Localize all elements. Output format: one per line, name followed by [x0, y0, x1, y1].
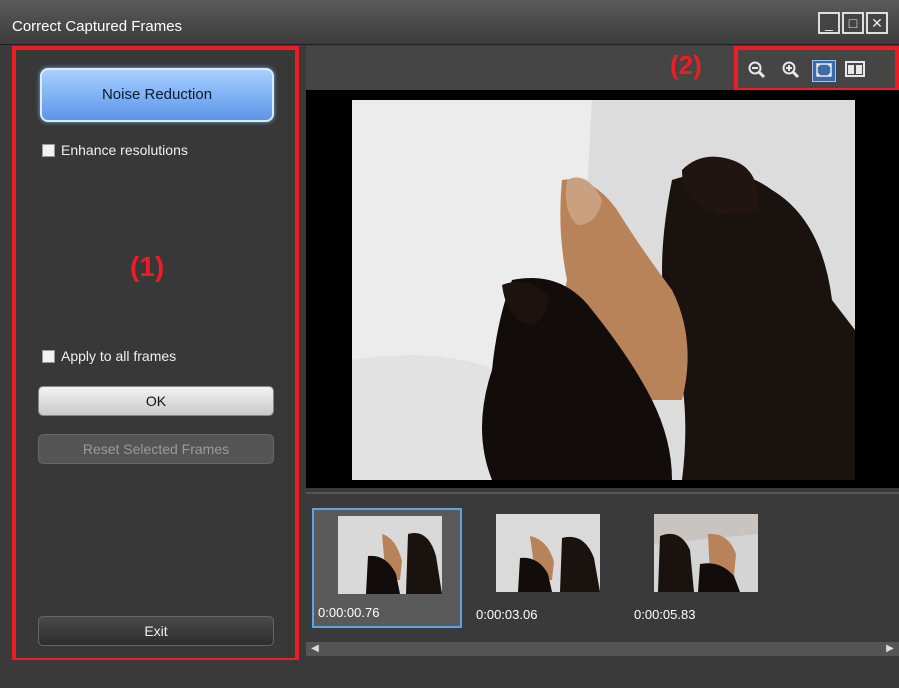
- frame-timestamp: 0:00:05.83: [634, 607, 696, 622]
- title-bar: Correct Captured Frames _ □ ✕: [0, 0, 899, 45]
- enhance-resolutions-checkbox[interactable]: [42, 143, 55, 157]
- view-toolbar: (2): [306, 46, 899, 90]
- annotation-marker-2: (2): [670, 50, 702, 80]
- zoom-in-icon[interactable]: [780, 60, 802, 80]
- frame-thumbnail[interactable]: 0:00:00.76: [312, 508, 462, 628]
- apply-all-frames-checkbox[interactable]: [42, 349, 55, 363]
- full-screen-icon[interactable]: [812, 60, 836, 82]
- ok-button[interactable]: OK: [38, 386, 274, 416]
- frame-thumbnail[interactable]: 0:00:03.06: [472, 508, 622, 628]
- filmstrip-scrollbar[interactable]: ◀ ▶: [306, 642, 899, 656]
- apply-all-frames-label: Apply to all frames: [61, 348, 177, 364]
- maximize-button[interactable]: □: [842, 12, 864, 34]
- scroll-right-icon[interactable]: ▶: [883, 642, 897, 656]
- frame-preview-image: [352, 100, 855, 480]
- frame-thumbnail-image: [654, 514, 758, 592]
- frame-thumbnail-image: [496, 514, 600, 592]
- frame-timestamp: 0:00:03.06: [476, 607, 538, 622]
- exit-button[interactable]: Exit: [38, 616, 274, 646]
- enhance-resolutions-label: Enhance resolutions: [61, 142, 188, 158]
- reset-selected-frames-button[interactable]: Reset Selected Frames: [38, 434, 274, 464]
- close-button[interactable]: ✕: [866, 12, 888, 34]
- status-bar: [0, 660, 899, 688]
- frame-preview-area: [306, 90, 899, 488]
- annotation-marker-1: (1): [130, 251, 165, 282]
- frame-timestamp: 0:00:00.76: [318, 605, 380, 620]
- compare-view-icon[interactable]: [844, 60, 866, 80]
- zoom-out-icon[interactable]: [746, 60, 768, 80]
- minimize-button[interactable]: _: [818, 12, 840, 34]
- correction-panel: Noise Reduction Enhance resolutions (1) …: [12, 46, 297, 660]
- frame-thumbnail[interactable]: 0:00:05.83: [630, 508, 780, 628]
- frame-thumbnail-image: [338, 516, 442, 594]
- scroll-left-icon[interactable]: ◀: [308, 642, 322, 656]
- noise-reduction-button[interactable]: Noise Reduction: [40, 68, 274, 122]
- enhance-resolutions-option[interactable]: Enhance resolutions: [42, 142, 188, 158]
- apply-all-frames-option[interactable]: Apply to all frames: [42, 348, 176, 364]
- frame-filmstrip: 0:00:00.76 0:00:03.06 0:00:05.83: [306, 492, 899, 644]
- window-title: Correct Captured Frames: [12, 18, 183, 35]
